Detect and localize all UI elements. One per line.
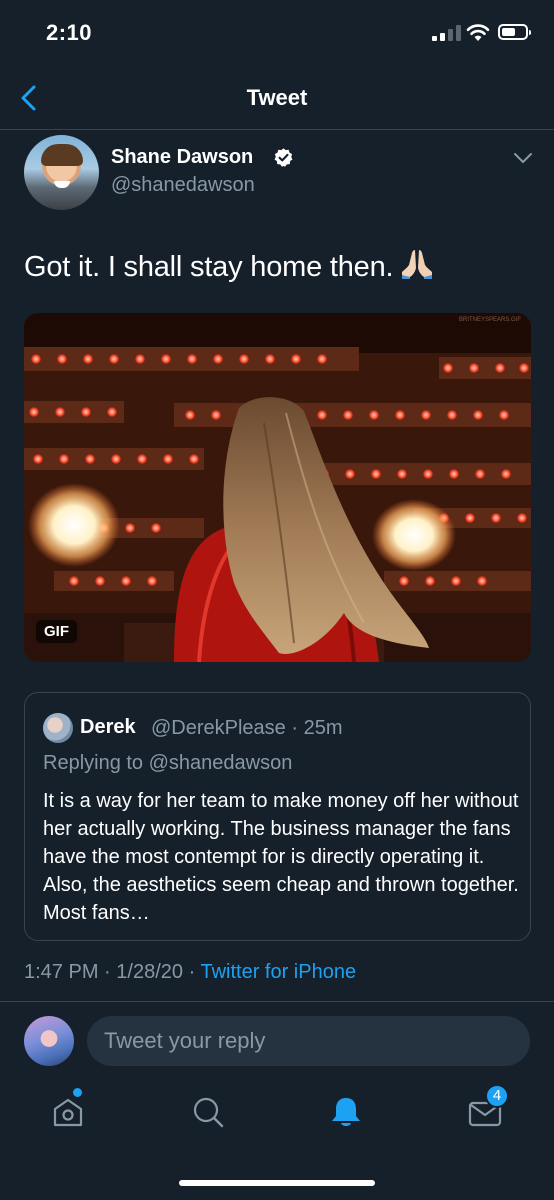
- tab-messages[interactable]: 4: [465, 1084, 509, 1132]
- tweet-source-link[interactable]: Twitter for iPhone: [200, 961, 356, 983]
- battery-icon: [498, 24, 531, 40]
- tab-notifications[interactable]: [326, 1092, 366, 1132]
- tab-search[interactable]: [188, 1092, 228, 1132]
- tweet-text: Got it. I shall stay home then.: [24, 246, 435, 284]
- search-icon: [193, 1097, 224, 1128]
- divider: [0, 1001, 554, 1002]
- page-title: Tweet: [246, 85, 308, 110]
- cellular-signal-icon: [432, 25, 462, 41]
- folded-hands-emoji: [402, 250, 433, 279]
- tweet-text-content: Got it. I shall stay home then.: [24, 251, 394, 283]
- tab-home[interactable]: [48, 1088, 88, 1132]
- quoted-tweet[interactable]: Derek @DerekPlease · 25m Replying to @sh…: [24, 692, 531, 941]
- tweet-time: 1:47 PM: [24, 961, 99, 983]
- meta-separator: ·: [104, 961, 111, 983]
- author-handle: @shanedawson: [111, 174, 255, 196]
- tweet-meta: 1:47 PM · 1/28/20 · Twitter for iPhone: [24, 961, 356, 984]
- gif-media[interactable]: BRITNEYSPEARS.GIF GIF: [24, 313, 531, 662]
- gif-image: BRITNEYSPEARS.GIF: [24, 313, 531, 662]
- author-name[interactable]: Shane Dawson: [111, 146, 253, 169]
- author-avatar[interactable]: [24, 135, 99, 210]
- battery-level: [502, 28, 515, 36]
- quoted-author-meta: @DerekPlease · 25m: [151, 717, 343, 739]
- tweet-date: 1/28/20: [116, 961, 184, 983]
- meta-separator: ·: [188, 961, 196, 983]
- current-user-avatar[interactable]: [24, 1016, 74, 1066]
- wifi-icon: [466, 24, 490, 41]
- home-notification-dot: [73, 1088, 82, 1097]
- quoted-author-avatar: [43, 713, 73, 743]
- reply-input[interactable]: [87, 1016, 530, 1066]
- messages-count-badge: 4: [485, 1084, 509, 1108]
- gif-watermark: BRITNEYSPEARS.GIF: [459, 317, 521, 323]
- chevron-down-icon[interactable]: [512, 150, 534, 166]
- home-icon: [53, 1098, 83, 1127]
- status-bar: 2:10: [0, 0, 554, 66]
- status-time: 2:10: [46, 20, 93, 45]
- gif-badge: GIF: [36, 620, 77, 643]
- home-indicator: [179, 1180, 375, 1186]
- verified-badge-icon: [274, 148, 293, 167]
- notifications-bell-icon: [332, 1098, 360, 1126]
- tweet-detail-screen: 2:10 Tweet Shane Dawson @shanedawson Got…: [0, 0, 554, 1200]
- quoted-replying-to: Replying to @shanedawson: [43, 752, 293, 774]
- quoted-tweet-text: It is a way for her team to make money o…: [43, 790, 519, 924]
- navigation-bar: Tweet: [0, 66, 554, 130]
- quoted-author-name: Derek: [80, 716, 136, 738]
